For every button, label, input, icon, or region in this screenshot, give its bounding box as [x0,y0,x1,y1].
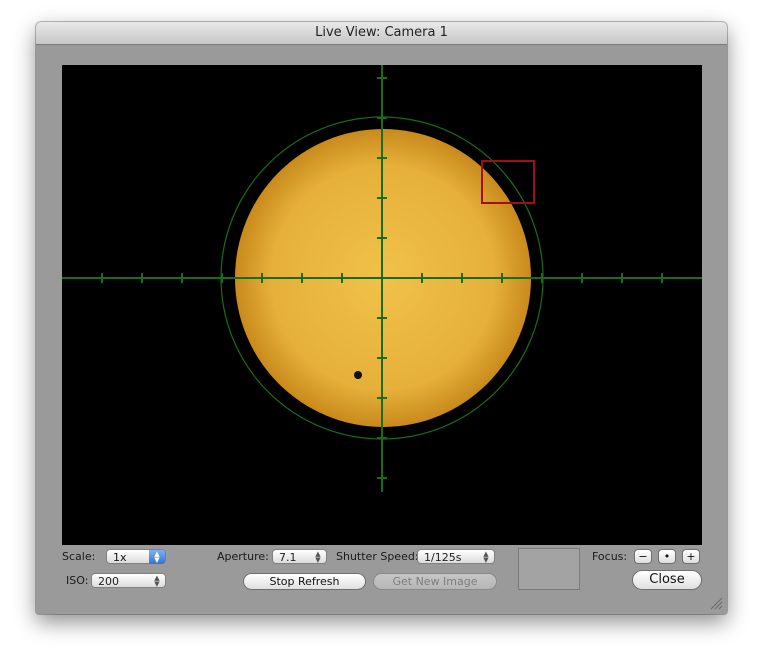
live-view-image[interactable] [62,65,702,545]
stepper-arrows-icon: ▲ ▼ [154,574,160,588]
stepper-arrows-icon: ▲ ▼ [315,550,321,564]
get-new-image-button[interactable]: Get New Image [373,573,497,590]
resize-grip-icon[interactable] [709,596,723,610]
live-view-canvas [62,65,702,545]
preview-thumbnail [518,548,580,590]
close-button[interactable]: Close [632,570,702,590]
focus-label: Focus: [592,550,628,563]
stepper-arrows-icon: ▲ ▼ [483,550,489,564]
stop-refresh-button[interactable]: Stop Refresh [243,573,366,590]
shutter-speed-label: Shutter Speed: [336,550,419,563]
iso-value: 200 [98,575,119,588]
focus-reset-button[interactable]: • [658,549,676,564]
aperture-select[interactable]: 7.1 ▲ ▼ [272,549,327,564]
iso-label: ISO: [66,574,89,587]
live-view-window: Live View: Camera 1 Scale: 1x ▲ ▼ Apertu… [36,22,727,614]
aperture-value: 7.1 [279,551,297,564]
scale-label: Scale: [62,550,96,563]
iso-select[interactable]: 200 ▲ ▼ [91,573,166,588]
focus-plus-button[interactable]: + [682,549,700,564]
scale-value: 1x [113,551,127,564]
planet-transit-dot [354,371,362,379]
window-title: Live View: Camera 1 [36,22,727,45]
shutter-speed-select[interactable]: 1/125s ▲ ▼ [417,549,495,564]
focus-minus-button[interactable]: − [634,549,652,564]
scale-select[interactable]: 1x ▲ ▼ [106,549,166,564]
stepper-arrows-icon: ▲ ▼ [149,550,165,564]
shutter-speed-value: 1/125s [424,551,462,564]
aperture-label: Aperture: [217,550,269,563]
